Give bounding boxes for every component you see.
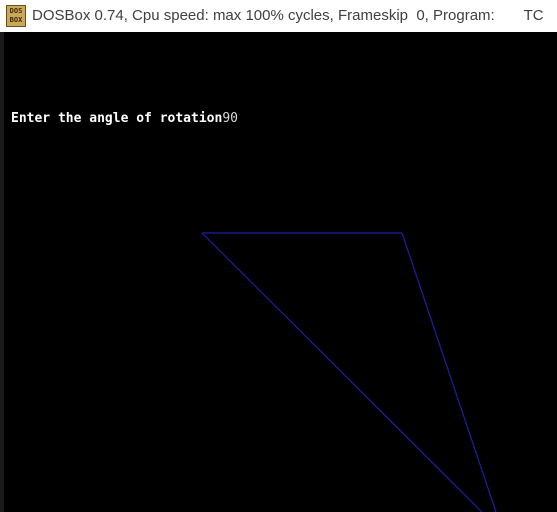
app-icon-label-bottom: BOX — [9, 16, 23, 24]
dosbox-window: DOS BOX DOSBox 0.74, Cpu speed: max 100%… — [0, 0, 557, 512]
title-bar[interactable]: DOS BOX DOSBox 0.74, Cpu speed: max 100%… — [0, 0, 557, 32]
window-title: DOSBox 0.74, Cpu speed: max 100% cycles,… — [32, 7, 544, 24]
dos-screen[interactable]: Enter the angle of rotation90 — [4, 32, 557, 512]
triangle-edge-right — [401, 232, 497, 512]
rotated-triangle-canvas — [201, 232, 497, 512]
triangle-edge-left — [201, 232, 483, 512]
dosbox-app-icon[interactable]: DOS BOX — [6, 5, 26, 27]
